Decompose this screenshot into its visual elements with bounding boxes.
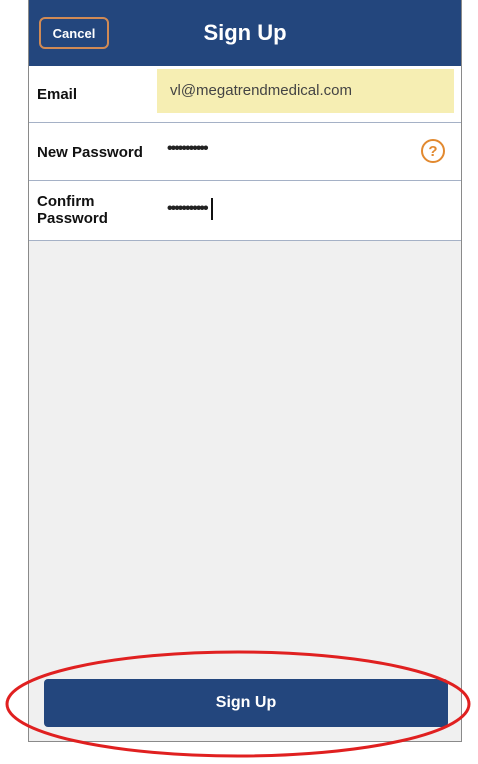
new-password-row: New Password ••••••••••• ? [29, 123, 461, 181]
confirm-password-row: Confirm Password ••••••••••• [29, 181, 461, 241]
text-caret [210, 197, 213, 220]
confirm-password-value: ••••••••••• [167, 200, 209, 217]
confirm-password-label: Confirm Password [37, 193, 137, 227]
confirm-password-label-line1: Confirm [37, 193, 95, 210]
email-row: Email vl@megatrendmedical.com [29, 66, 461, 123]
confirm-password-label-line2: Password [37, 210, 108, 227]
new-password-field[interactable]: ••••••••••• [157, 137, 209, 161]
email-field[interactable]: vl@megatrendmedical.com [157, 69, 454, 113]
email-label: Email [37, 86, 78, 103]
sign-up-button[interactable]: Sign Up [44, 679, 448, 727]
header-bar: Cancel Sign Up [29, 0, 461, 66]
page-title: Sign Up [203, 20, 287, 45]
signup-screen: Cancel Sign Up Email vl@megatrendmedical… [28, 0, 462, 742]
confirm-password-field[interactable]: ••••••••••• [157, 197, 213, 221]
question-circle-icon[interactable]: ? [421, 139, 445, 163]
new-password-label: New Password [37, 144, 143, 161]
